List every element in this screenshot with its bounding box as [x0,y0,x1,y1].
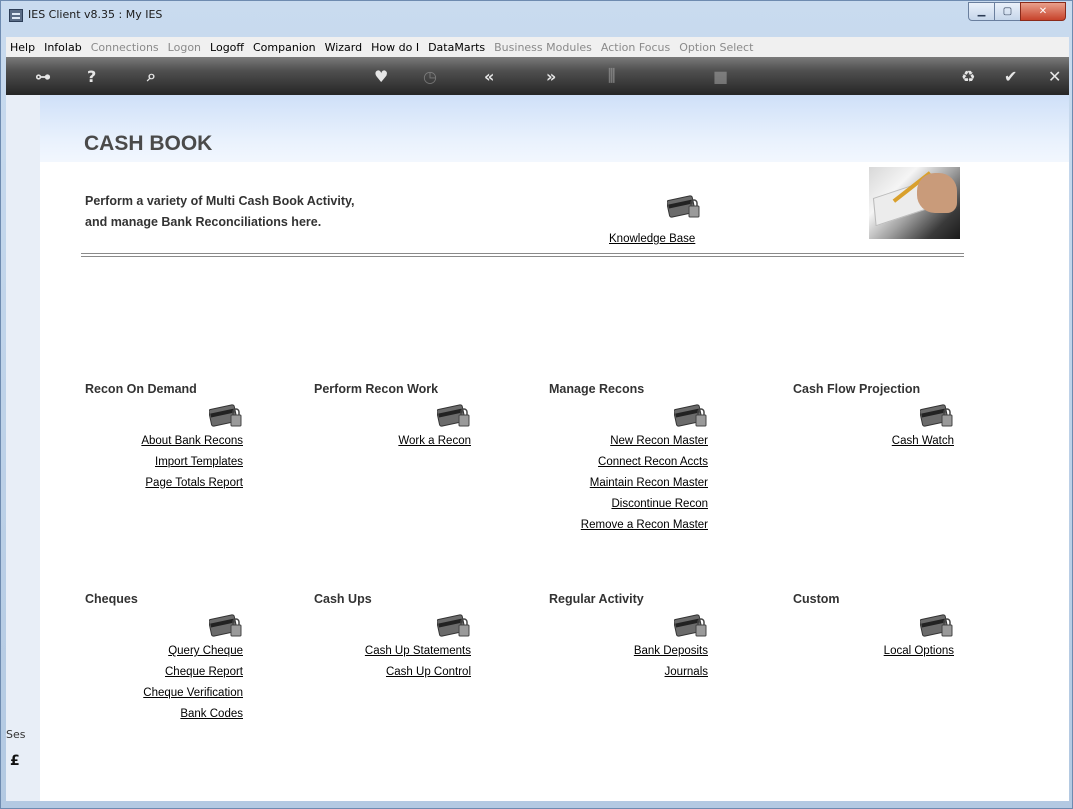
section-title: Manage Recons [549,382,645,396]
section-title: Regular Activity [549,592,644,606]
maximize-button[interactable]: ▢ [994,2,1021,21]
check-icon[interactable]: ✔ [1004,66,1017,86]
columns-icon[interactable]: ⫼ [608,66,615,86]
signing-document-photo [869,167,960,239]
window-title: IES Client v8.35 : My IES [28,8,163,21]
section-link[interactable]: Local Options [884,645,954,657]
section-link[interactable]: Connect Recon Accts [598,456,708,468]
menu-item-datamarts[interactable]: DataMarts [424,41,489,54]
session-icon[interactable]: £ [10,753,20,769]
credit-card-lock-icon[interactable] [208,404,243,428]
credit-card-lock-icon[interactable] [919,614,954,638]
menu-item-logoff[interactable]: Logoff [206,41,248,54]
section-link[interactable]: New Recon Master [610,435,708,447]
rewind-icon[interactable]: « [484,66,494,86]
section-link[interactable]: Work a Recon [398,435,471,447]
stop-icon[interactable]: ■ [713,66,728,86]
section-link[interactable]: Cash Watch [892,435,954,447]
header-divider [81,253,964,257]
menu-item-business-modules[interactable]: Business Modules [490,41,596,54]
section-link[interactable]: Cash Up Control [386,666,471,678]
window-controls: ▁ ▢ ✕ [968,2,1066,21]
intro-line: Perform a variety of Multi Cash Book Act… [85,194,355,208]
help-icon[interactable]: ? [87,66,96,86]
main-content: CASH BOOK Perform a variety of Multi Cas… [6,95,1069,801]
recycle-icon[interactable]: ♻ [961,66,975,86]
section-link[interactable]: Import Templates [155,456,243,468]
menu-item-logon[interactable]: Logon [164,41,205,54]
section-link[interactable]: Maintain Recon Master [590,477,708,489]
credit-card-lock-icon[interactable] [919,404,954,428]
session-label: Ses [6,728,26,741]
menu-item-wizard[interactable]: Wizard [321,41,367,54]
menu-item-companion[interactable]: Companion [249,41,320,54]
minimize-button[interactable]: ▁ [968,2,995,21]
section-link[interactable]: Cash Up Statements [365,645,471,657]
section-title: Perform Recon Work [314,382,439,396]
page-intro: Perform a variety of Multi Cash Book Act… [85,191,355,233]
menu-item-action-focus[interactable]: Action Focus [597,41,674,54]
intro-line: and manage Bank Reconciliations here. [85,215,322,229]
menu-item-help[interactable]: Help [6,41,39,54]
section-title: Cash Ups [314,592,372,606]
section-link[interactable]: Journals [665,666,708,678]
section-link[interactable]: Cheque Report [165,666,243,678]
section-title: Cheques [85,592,138,606]
section-title: Cash Flow Projection [793,382,921,396]
credit-card-lock-icon[interactable] [208,614,243,638]
forward-icon[interactable]: » [546,66,556,86]
section-link[interactable]: Bank Deposits [634,645,708,657]
section-link[interactable]: Cheque Verification [143,687,243,699]
title-bar[interactable]: IES Client v8.35 : My IES ▁ ▢ ✕ [1,1,1072,31]
credit-card-lock-icon[interactable] [666,195,701,224]
heart-icon[interactable]: ♥ [374,66,388,86]
menu-item-infolab[interactable]: Infolab [40,41,86,54]
section-link[interactable]: Remove a Recon Master [581,519,708,531]
page-title: CASH BOOK [84,132,213,155]
menu-item-connections[interactable]: Connections [87,41,163,54]
section-link[interactable]: Bank Codes [180,708,243,720]
section-link[interactable]: About Bank Recons [141,435,243,447]
menu-bar: Help Infolab Connections Logon Logoff Compani… [6,37,1069,57]
section-link[interactable]: Page Totals Report [145,477,243,489]
section-title: Custom [793,592,840,606]
credit-card-lock-icon[interactable] [436,614,471,638]
application-window: IES Client v8.35 : My IES ▁ ▢ ✕ Help Info… [0,0,1073,809]
search-icon[interactable]: ⌕ [147,66,156,86]
close-button[interactable]: ✕ [1020,2,1066,21]
section-link[interactable]: Query Cheque [168,645,243,657]
credit-card-lock-icon[interactable] [436,404,471,428]
menu-item-option-select[interactable]: Option Select [675,41,757,54]
menu-item-how-do-i[interactable]: How do I [367,41,423,54]
section-title: Recon On Demand [85,382,197,396]
clock-icon[interactable]: ◷ [423,66,437,86]
credit-card-lock-icon[interactable] [673,614,708,638]
knowledge-base-link[interactable]: Knowledge Base [609,233,695,245]
left-panel [6,95,40,801]
app-icon [9,9,23,22]
credit-card-lock-icon[interactable] [673,404,708,428]
section-link[interactable]: Discontinue Recon [611,498,708,510]
toolbar: ⊶? ⌕ ♥ ◷ « » ⫼ ■ ♻ ✔ ✕ [6,57,1069,95]
close-icon[interactable]: ✕ [1048,66,1061,86]
key-icon[interactable]: ⊶ [35,66,51,86]
